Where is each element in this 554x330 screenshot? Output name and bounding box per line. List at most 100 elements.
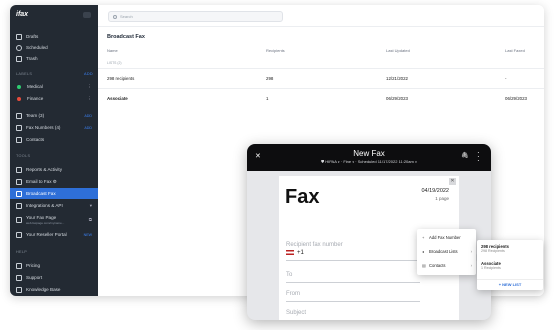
row-name: Associate — [107, 96, 128, 101]
from-field[interactable]: From — [286, 291, 300, 297]
add-recipient-menu: + Add Fax Number ◂ Broadcast Lists › ▤ Conta… — [417, 229, 476, 275]
paperclip-icon[interactable]: 🖇 — [461, 152, 469, 159]
row-recipients: 1 — [266, 96, 269, 101]
fax-date: 04/19/2022 — [421, 188, 449, 194]
mail-icon — [16, 178, 22, 185]
contacts-icon — [16, 136, 22, 143]
label-color-dot — [17, 84, 21, 89]
quality-select[interactable]: Fine — [343, 159, 351, 164]
recipient-label: Recipient fax number — [286, 242, 343, 248]
sidebar-item-fax-page[interactable]: Your Fax Page web.faxpage.com/myname... ⧉ — [10, 212, 98, 227]
column-header-name[interactable]: Name — [107, 48, 118, 53]
recipient-fax-input[interactable]: +1 — [286, 250, 304, 256]
sidebar-item-support[interactable]: Support — [10, 272, 98, 283]
chevron-down-icon: ▾ — [89, 202, 92, 208]
more-icon[interactable]: ⋮ — [87, 96, 92, 102]
sidebar-item-fax-numbers[interactable]: Fax Numbers (4) ADD — [10, 122, 98, 133]
page-count: 1 page — [435, 196, 449, 201]
menu-item-broadcast-lists[interactable]: ◂ Broadcast Lists › — [417, 244, 476, 258]
table-row[interactable]: 298 recipients 298 12/21/2022 - — [98, 68, 544, 87]
sidebar-item-pricing[interactable]: Pricing — [10, 260, 98, 271]
divider — [286, 260, 420, 261]
fax-page-label: Your Fax Page — [26, 214, 57, 220]
new-badge: NEW — [83, 232, 92, 237]
sidebar-item-integrations[interactable]: Integrations & API ▾ — [10, 200, 98, 211]
menu-item-add-fax-number[interactable]: + Add Fax Number — [417, 230, 476, 244]
label-color-dot — [17, 96, 21, 101]
row-name: 298 recipients — [107, 76, 135, 81]
list-option[interactable]: Associate 1 Recipients — [481, 261, 501, 270]
sidebar-item-medical[interactable]: Medical ⋮ — [10, 81, 98, 92]
fax-page-url: web.faxpage.com/myname... — [26, 220, 65, 225]
team-icon — [16, 112, 22, 119]
broadcast-icon — [16, 190, 22, 197]
divider — [286, 301, 420, 302]
globe-icon — [16, 216, 22, 223]
search-icon — [113, 14, 117, 19]
column-header-last-faxed[interactable]: Last Faxed — [505, 48, 525, 53]
document-icon — [16, 33, 22, 40]
fax-numbers-add-button[interactable]: ADD — [84, 126, 92, 130]
clock-icon — [16, 44, 22, 51]
sidebar-item-contacts[interactable]: Contacts — [10, 134, 98, 145]
top-bar: Search — [98, 5, 544, 27]
search-input[interactable]: Search — [108, 11, 283, 22]
broadcast-icon: ◂ — [422, 248, 425, 254]
row-updated: 06/29/2023 — [386, 96, 408, 101]
hipaa-select[interactable]: HIPAA — [325, 159, 337, 164]
fax-heading: Fax — [285, 186, 320, 208]
subject-field[interactable]: Subject — [286, 310, 306, 316]
team-add-button[interactable]: ADD — [84, 114, 92, 118]
trash-icon — [16, 55, 22, 62]
fax-number-icon — [16, 124, 22, 131]
sidebar-item-drafts[interactable]: Drafts — [10, 31, 98, 42]
table-row[interactable]: Associate 1 06/29/2023 06/29/2023 — [98, 88, 544, 107]
chevron-right-icon: › — [470, 248, 472, 254]
labels-add-button[interactable]: ADD — [84, 72, 93, 76]
us-flag-icon — [286, 250, 294, 255]
list-option[interactable]: 298 recipients 298 Recipients — [481, 244, 509, 253]
more-vertical-icon[interactable]: · · · — [477, 149, 480, 165]
column-header-recipients[interactable]: Recipients — [266, 48, 285, 53]
broadcast-lists-submenu: 298 recipients 298 Recipients Associate 1 … — [477, 240, 543, 290]
column-header-last-updated[interactable]: Last Updated — [386, 48, 410, 53]
modal-header: ✕ New Fax ⛊ HIPAA ▾ · Fine ▾ · Scheduled… — [247, 144, 491, 171]
collapse-sidebar-button[interactable] — [83, 12, 91, 18]
help-heading: HELP — [16, 250, 28, 254]
chevron-down-icon: ▾ — [413, 159, 417, 164]
sidebar-item-reports[interactable]: Reports & Activity — [10, 164, 98, 175]
divider — [286, 282, 420, 283]
sidebar-item-scheduled[interactable]: Scheduled — [10, 42, 98, 53]
brand-logo: ifax — [16, 11, 29, 18]
book-icon — [16, 286, 22, 293]
plus-icon: + — [422, 234, 425, 240]
row-faxed: 06/29/2023 — [505, 96, 527, 101]
more-icon[interactable]: ⋮ — [87, 84, 92, 90]
tools-heading: TOOLS — [16, 154, 31, 158]
chevron-right-icon: › — [470, 262, 472, 268]
reseller-icon — [16, 231, 22, 238]
chevron-down-icon: ▾ · — [351, 159, 358, 164]
menu-item-contacts[interactable]: ▤ Contacts › — [417, 258, 476, 272]
sidebar-item-team[interactable]: Team (3) ADD — [10, 110, 98, 121]
sidebar-item-email-to-fax[interactable]: Email to Fax ⚙ — [10, 176, 98, 187]
to-field[interactable]: To — [286, 272, 292, 278]
sidebar-item-knowledge-base[interactable]: Knowledge Base — [10, 284, 98, 295]
new-list-button[interactable]: + NEW LIST — [477, 279, 543, 287]
headset-icon — [16, 274, 22, 281]
row-updated: 12/21/2022 — [386, 76, 408, 81]
pricing-icon — [16, 262, 22, 269]
integration-icon — [16, 202, 22, 209]
sidebar-item-broadcast-fax[interactable]: Broadcast Fax — [10, 188, 98, 199]
contacts-icon: ▤ — [422, 262, 426, 268]
labels-heading: LABELS — [16, 72, 33, 76]
sidebar-item-reseller[interactable]: Your Reseller Portal NEW — [10, 229, 98, 240]
schedule-select[interactable]: Scheduled 11/17/2022 11:20am — [358, 159, 414, 164]
sidebar-item-finance[interactable]: Finance ⋮ — [10, 93, 98, 104]
chart-icon — [16, 166, 22, 173]
remove-page-button[interactable]: ✕ — [449, 178, 456, 185]
sidebar-item-trash[interactable]: Trash — [10, 53, 98, 64]
row-faxed: - — [505, 76, 507, 81]
sidebar: ifax Drafts Scheduled Trash LABELS ADD M… — [10, 5, 98, 296]
copy-icon[interactable]: ⧉ — [89, 217, 92, 222]
